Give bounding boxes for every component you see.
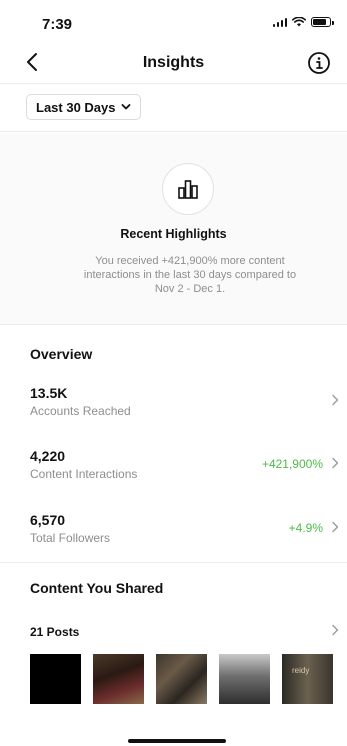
home-indicator (128, 739, 226, 743)
metric-label: Total Followers (30, 531, 111, 545)
chevron-right-icon[interactable] (329, 624, 341, 636)
bar-chart-icon (178, 180, 198, 199)
page-title: Insights (142, 54, 205, 71)
posts-count[interactable]: 21 Posts (30, 625, 79, 639)
chevron-down-icon (121, 104, 130, 110)
status-bar: 7:39 (0, 0, 347, 42)
highlights-line: You received +421,900% more content (95, 255, 285, 267)
date-range-row: Last 30 Days (0, 84, 347, 132)
post-thumbnail[interactable] (219, 654, 270, 704)
recent-highlights-section: Recent Highlights You received +421,900%… (0, 133, 347, 325)
nav-bar: Insights (0, 42, 347, 84)
highlights-line: interactions in the last 30 days compare… (83, 269, 297, 281)
metric-value: 4,220 (30, 448, 66, 464)
total-followers-row[interactable]: 6,570 Total Followers +4.9% (0, 512, 347, 568)
date-range-dropdown[interactable]: Last 30 Days (26, 94, 141, 120)
post-thumbnail[interactable] (30, 654, 81, 704)
highlights-icon-circle (162, 163, 214, 215)
content-shared-section: Content You Shared 21 Posts reidy (0, 562, 347, 716)
post-thumbnail[interactable] (93, 654, 144, 704)
highlights-line: Nov 2 - Dec 1. (154, 283, 226, 295)
metric-label: Accounts Reached (30, 404, 131, 418)
thumbnail-text: reidy (292, 666, 310, 675)
status-time: 7:39 (42, 16, 73, 33)
accounts-reached-row[interactable]: 13.5K Accounts Reached (0, 385, 347, 441)
content-interactions-row[interactable]: 4,220 Content Interactions +421,900% (0, 448, 347, 504)
date-range-label: Last 30 Days (36, 99, 116, 115)
content-shared-title: Content You Shared (30, 580, 164, 596)
highlights-description: You received +421,900% more content inte… (50, 254, 330, 296)
wifi-icon (292, 17, 306, 27)
post-thumbnail[interactable]: reidy (282, 654, 333, 704)
info-icon[interactable] (307, 51, 331, 75)
chevron-right-icon (332, 394, 339, 406)
post-thumbnail[interactable] (156, 654, 207, 704)
battery-level (313, 19, 326, 25)
metric-change: +4.9% (288, 521, 323, 535)
status-icons (272, 17, 334, 27)
chevron-right-icon (332, 457, 339, 469)
chevron-right-icon (332, 521, 339, 533)
post-thumbnails: reidy (30, 654, 333, 704)
signal-icon (272, 17, 287, 27)
overview-title: Overview (30, 346, 93, 362)
metric-value: 6,570 (30, 512, 66, 528)
metric-change: +421,900% (261, 457, 323, 471)
highlights-title: Recent Highlights (120, 227, 227, 241)
metric-value: 13.5K (30, 385, 68, 401)
battery-icon (311, 17, 334, 27)
metric-label: Content Interactions (30, 467, 138, 481)
